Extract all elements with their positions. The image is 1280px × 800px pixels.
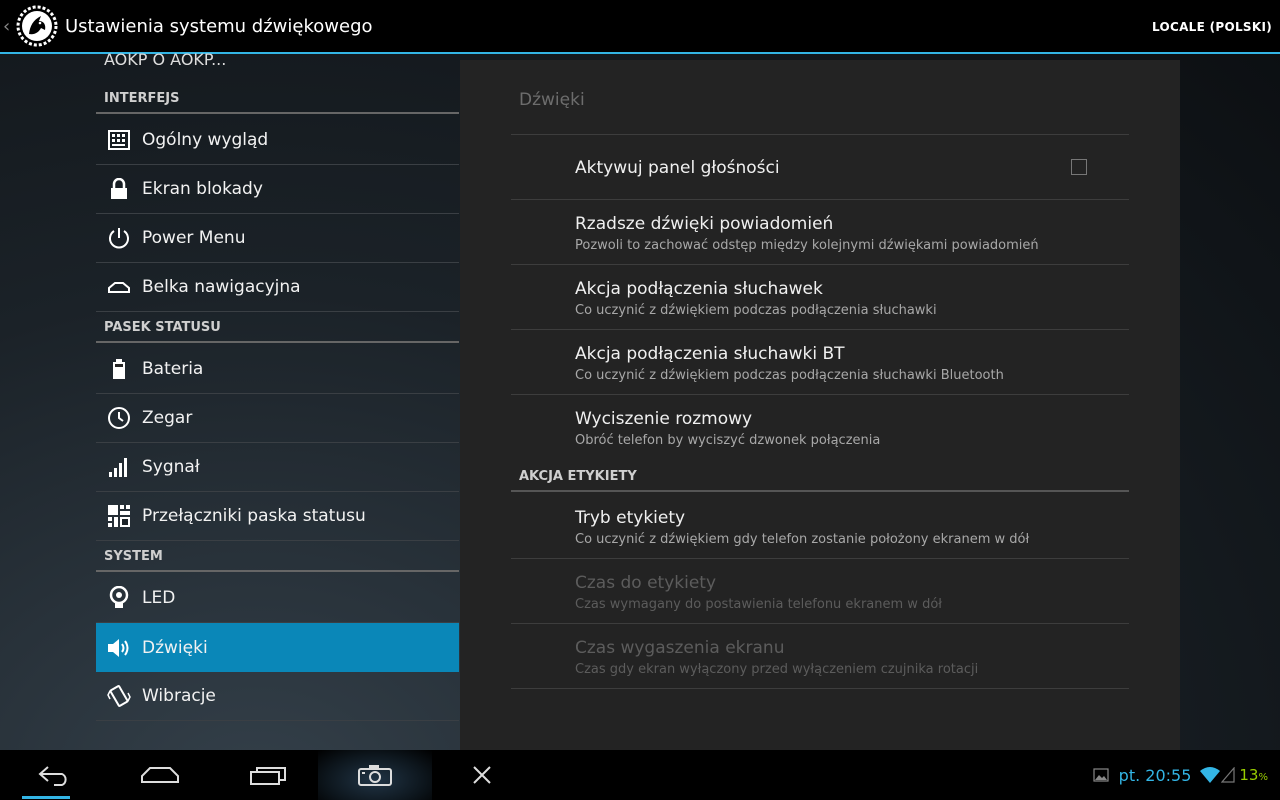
status-clock: pt. 20:55 [1118,765,1192,785]
pref-title: Rzadsze dźwięki powiadomień [575,214,834,234]
recent-apps-button[interactable] [236,750,300,800]
status-area[interactable]: pt. 20:55 13% [1093,750,1268,800]
speaker-icon [96,636,142,660]
vibrate-icon [96,684,142,708]
sidebar-item-clock[interactable]: Zegar [96,394,459,443]
section-header-system: SYSTEM [96,542,459,572]
pref-summary: Co uczynić z dźwiękiem podczas podłączen… [575,368,1004,383]
home-bar-icon [96,280,142,294]
panel-title: Dźwięki [519,90,585,110]
screenshot-button[interactable] [343,750,407,800]
bulb-icon [96,586,142,610]
pref-flip-to-mute[interactable]: Wyciszenie rozmowy Obróć telefon by wyci… [511,395,1129,460]
power-icon [96,226,142,250]
close-button[interactable] [452,750,512,800]
sidebar-item-battery[interactable]: Bateria [96,345,459,394]
sidebar-item-label: LED [142,588,176,608]
battery-value: 13 [1239,766,1259,784]
sidebar-item-led[interactable]: LED [96,574,459,623]
pref-headset-action[interactable]: Akcja podłączenia słuchawek Co uczynić z… [511,265,1129,330]
pref-flip-mode[interactable]: Tryb etykiety Co uczynić z dźwiękiem gdy… [511,494,1129,559]
keyboard-grid-icon [96,130,142,150]
lock-icon [96,178,142,200]
battery-icon [96,358,142,380]
pref-screen-off-timeout: Czas wygaszenia ekranu Czas gdy ekran wy… [511,624,1129,689]
sidebar-item-general-look[interactable]: Ogólny wygląd [96,116,459,165]
pref-summary: Czas wymagany do postawienia telefonu ek… [575,597,942,612]
settings-headers-list: AOKP O AOKP... INTERFEJS Ogólny wygląd E… [96,50,459,750]
close-icon [473,766,491,784]
wifi-icon [1200,767,1221,783]
sidebar-item-label: Power Menu [142,228,246,248]
pref-summary: Obróć telefon by wyciszyć dzwonek połącz… [575,433,881,448]
pref-title: Aktywuj panel głośności [575,158,780,178]
volume-panel-checkbox[interactable] [1071,159,1087,175]
pref-title: Wyciszenie rozmowy [575,409,753,429]
signal-icon [96,456,142,478]
toggles-icon [96,504,142,528]
sidebar-item-label: Ogólny wygląd [142,130,269,150]
camera-icon [358,765,392,786]
clock-icon [96,406,142,430]
home-icon [141,767,179,783]
sidebar-item-vibrations[interactable]: Wibracje [96,672,459,721]
sidebar-item-label: Ekran blokady [142,179,263,199]
section-header-status-bar: PASEK STATUSU [96,313,459,343]
cell-signal-icon [1221,767,1235,783]
sidebar-item-lock-screen[interactable]: Ekran blokady [96,165,459,214]
aokp-unicorn-icon[interactable] [15,4,59,48]
pref-less-notification-sounds[interactable]: Rzadsze dźwięki powiadomień Pozwoli to z… [511,200,1129,265]
back-button-indicator [22,796,70,799]
sidebar-item-label: Belka nawigacyjna [142,277,301,297]
back-button[interactable] [22,750,86,800]
home-button[interactable] [128,750,192,800]
sidebar-item-label: Bateria [142,359,204,379]
recent-apps-icon [250,767,286,785]
category-header-flip-action: AKCJA ETYKIETY [511,462,1129,492]
pref-bt-headset-action[interactable]: Akcja podłączenia słuchawki BT Co uczyni… [511,330,1129,395]
battery-unit: % [1258,772,1268,783]
locale-button[interactable]: LOCALE (POLSKI) [1152,0,1272,54]
sound-settings-panel: Dźwięki Aktywuj panel głośności Rzadsze … [460,60,1180,750]
sidebar-item-label: Przełączniki paska statusu [142,506,366,526]
sidebar-item-sounds[interactable]: Dźwięki [96,623,459,672]
gallery-notification-icon [1093,768,1109,782]
pref-summary: Czas gdy ekran wyłączony przed wyłączeni… [575,662,979,677]
pref-summary: Co uczynić z dźwiękiem podczas podłączen… [575,303,937,318]
pref-title: Czas do etykiety [575,573,717,593]
pref-title: Akcja podłączenia słuchawki BT [575,344,845,364]
action-bar: ‹ Ustawienia systemu dźwiękowego LOCALE … [0,0,1280,54]
sidebar-item-status-toggles[interactable]: Przełączniki paska statusu [96,492,459,541]
up-caret-icon[interactable]: ‹ [3,16,13,37]
sidebar-item-label: Sygnał [142,457,200,477]
pref-volume-panel[interactable]: Aktywuj panel głośności [511,135,1129,200]
system-navigation-bar [0,750,1280,800]
section-header-interface: INTERFEJS [96,84,459,114]
sidebar-item-power-menu[interactable]: Power Menu [96,214,459,263]
pref-summary: Pozwoli to zachować odstęp między kolejn… [575,238,1039,253]
battery-percentage: 13% [1239,766,1268,784]
sidebar-item-signal[interactable]: Sygnał [96,443,459,492]
sidebar-item-label: Wibracje [142,686,216,706]
back-arrow-icon [38,766,67,786]
pref-summary: Co uczynić z dźwiękiem gdy telefon zosta… [575,532,1030,547]
sidebar-item-label: Zegar [142,408,193,428]
sidebar-item-label: Dźwięki [142,637,208,658]
list-item-about-aokp[interactable]: AOKP O AOKP... [104,50,226,69]
page-title: Ustawienia systemu dźwiękowego [65,15,373,37]
pref-title: Czas wygaszenia ekranu [575,638,785,658]
sidebar-item-navigation-bar[interactable]: Belka nawigacyjna [96,263,459,312]
pref-flip-delay: Czas do etykiety Czas wymagany do postaw… [511,559,1129,624]
pref-title: Akcja podłączenia słuchawek [575,279,823,299]
pref-title: Tryb etykiety [575,508,686,528]
